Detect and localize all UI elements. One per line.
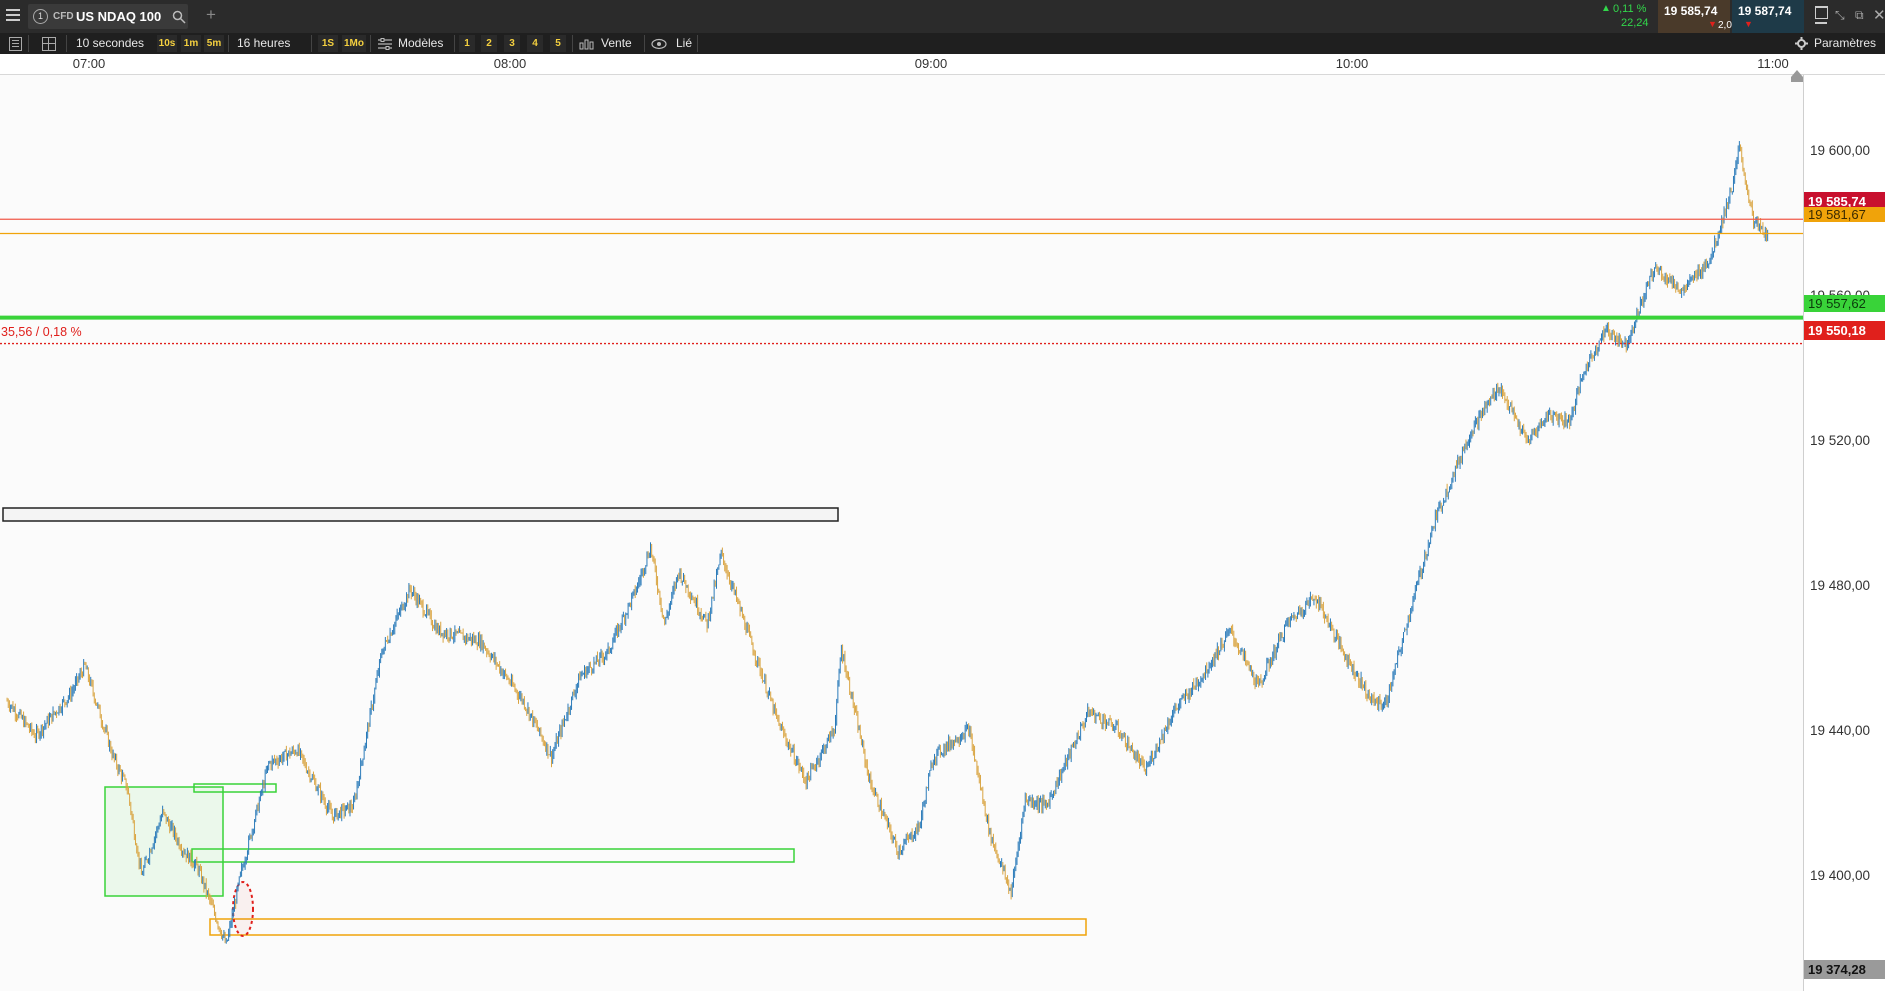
drawn-red-ellipse[interactable] (232, 881, 254, 937)
minimize-icon[interactable] (1815, 22, 1827, 24)
range-1s-button[interactable]: 1S (318, 35, 338, 52)
price-axis[interactable]: 19 600,00 19 560,00 19 520,00 19 480,00 … (1803, 75, 1885, 991)
chart-type-icon[interactable] (1815, 6, 1828, 19)
horizontal-lines (0, 218, 1803, 345)
menu-icon[interactable] (6, 9, 20, 23)
settings-button[interactable]: Paramètres (1814, 33, 1876, 54)
drawn-green-zone-wide[interactable] (191, 848, 795, 863)
popout-icon[interactable]: ⧉ (1855, 8, 1864, 23)
range-1mo-button[interactable]: 1Mo (342, 35, 366, 52)
change-percent: 0,11 % (1613, 3, 1647, 15)
time-label: 09:00 (914, 56, 948, 71)
price-label: 19 400,00 (1810, 868, 1871, 883)
layout-grid-icon[interactable] (42, 37, 56, 51)
price-label: 19 520,00 (1810, 433, 1871, 448)
ask-button[interactable]: 19 587,74 ▼ (1732, 0, 1804, 33)
change-box: ▲ 0,11 % 22,24 (1597, 0, 1657, 33)
instrument-type: CFD (53, 11, 74, 22)
interval-5m-button[interactable]: 5m (204, 35, 224, 52)
price-label: 19 600,00 (1810, 143, 1871, 158)
instrument-name: US NDAQ 100 (76, 9, 162, 24)
interval-10s-button[interactable]: 10s (157, 35, 177, 52)
price-label: 19 480,00 (1810, 578, 1871, 593)
list-icon[interactable] (9, 37, 22, 51)
templates-icon[interactable] (378, 38, 392, 50)
add-tab-button[interactable]: + (206, 5, 216, 25)
ask-down-icon: ▼ (1744, 19, 1753, 29)
templates-button[interactable]: Modèles (398, 33, 443, 54)
layout-5-button[interactable]: 5 (550, 35, 566, 52)
time-label: 08:00 (493, 56, 527, 71)
ask-price: 19 587,74 (1738, 4, 1792, 18)
price-label: 19 440,00 (1810, 723, 1871, 738)
green-line-tag: 19 557,62 (1804, 295, 1885, 312)
drawn-green-zone-large[interactable] (104, 786, 224, 897)
layout-1-button[interactable]: 1 (459, 35, 475, 52)
instrument-tab[interactable]: 1 CFD US NDAQ 100 (28, 4, 188, 29)
bid-down-icon: ▼ (1708, 19, 1717, 29)
layout-2-button[interactable]: 2 (481, 35, 497, 52)
layout-4-button[interactable]: 4 (527, 35, 543, 52)
gear-icon[interactable] (1795, 37, 1808, 50)
candle-series (6, 141, 1769, 944)
collapse-icon[interactable]: ⤡ (1835, 8, 1845, 23)
low-price-tag: 19 374,28 (1804, 960, 1885, 979)
change-absolute: 22,24 (1621, 17, 1649, 29)
link-icon[interactable] (651, 38, 667, 50)
search-icon[interactable] (172, 10, 186, 24)
range-select[interactable]: 16 heures (237, 33, 290, 54)
drawn-orange-zone[interactable] (209, 918, 1087, 936)
interval-1m-button[interactable]: 1m (181, 35, 201, 52)
measure-annotation: 35,56 / 0,18 % (1, 325, 82, 339)
close-icon[interactable]: ✕ (1873, 6, 1885, 24)
chart-area[interactable]: 35,56 / 0,18 % (0, 70, 1803, 991)
orange-line-tag: 19 581,67 (1804, 207, 1885, 222)
title-bar: 1 CFD US NDAQ 100 + ▲ 0,11 % 22,24 19 58… (0, 0, 1885, 33)
quote-panel: ▲ 0,11 % 22,24 19 585,74 ▼ 2,00 19 587,7… (1597, 0, 1885, 33)
interval-select[interactable]: 10 secondes (76, 33, 144, 54)
time-axis: 07:00 08:00 09:00 10:00 11:00 (0, 54, 1885, 75)
scroll-up-icon[interactable] (1791, 70, 1803, 77)
layout-3-button[interactable]: 3 (504, 35, 520, 52)
chart-toolbar: 10 secondes 10s 1m 5m 16 heures 1S 1Mo M… (0, 33, 1885, 54)
order-icon[interactable] (579, 38, 595, 50)
time-label: 10:00 (1335, 56, 1369, 71)
reference-price-tag: 19 550,18 (1804, 321, 1885, 340)
order-button[interactable]: Vente (601, 33, 632, 54)
time-label: 07:00 (72, 56, 106, 71)
drawn-black-rectangle[interactable] (2, 507, 839, 522)
up-arrow-icon: ▲ (1601, 3, 1611, 14)
link-button[interactable]: Lié (676, 33, 692, 54)
price-chart[interactable] (0, 75, 1803, 991)
instrument-number-badge: 1 (33, 9, 48, 24)
window-controls: ⤡ ⧉ ✕ (1805, 0, 1885, 33)
bid-price: 19 585,74 (1664, 4, 1718, 18)
time-label: 11:00 (1757, 56, 1789, 71)
scroll-up-box (1791, 77, 1803, 82)
